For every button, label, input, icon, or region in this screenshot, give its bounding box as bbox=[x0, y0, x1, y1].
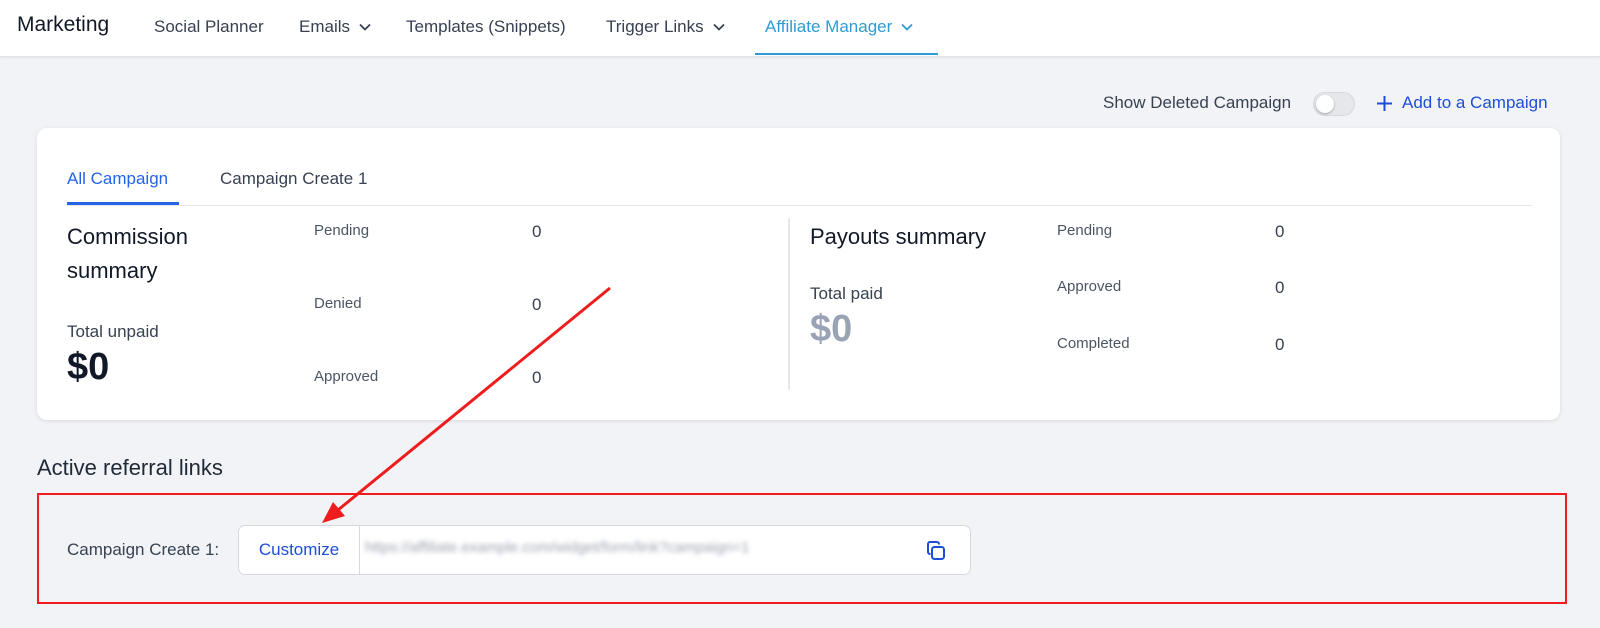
payouts-completed-value: 0 bbox=[1275, 335, 1285, 354]
chevron-down-icon bbox=[713, 23, 725, 31]
tab-all-campaign[interactable]: All Campaign bbox=[67, 169, 168, 189]
payouts-summary-title: Payouts summary bbox=[810, 224, 987, 249]
total-paid-label: Total paid bbox=[810, 284, 883, 303]
nav-social-planner[interactable]: Social Planner bbox=[154, 17, 264, 37]
nav-templates-snippets[interactable]: Templates (Snippets) bbox=[406, 17, 566, 37]
nav-label: Social Planner bbox=[154, 17, 264, 36]
payouts-approved-value: 0 bbox=[1275, 278, 1285, 297]
brand-title: Marketing bbox=[17, 13, 110, 36]
summary-divider bbox=[788, 218, 790, 390]
add-to-campaign-button[interactable]: Add to a Campaign bbox=[1376, 93, 1548, 113]
referral-link-group: Customize https://affiliate.example.com/… bbox=[238, 525, 971, 575]
chevron-down-icon bbox=[901, 23, 913, 31]
commission-pending-value: 0 bbox=[532, 222, 542, 241]
nav-label: Trigger Links bbox=[606, 17, 704, 36]
toggle-knob bbox=[1316, 95, 1334, 113]
payouts-completed-label: Completed bbox=[1057, 335, 1130, 352]
customize-button[interactable]: Customize bbox=[239, 526, 360, 574]
plus-icon bbox=[1377, 95, 1392, 111]
nav-trigger-links[interactable]: Trigger Links bbox=[606, 17, 726, 37]
copy-icon[interactable] bbox=[924, 539, 948, 563]
nav-label: Affiliate Manager bbox=[765, 17, 893, 36]
commission-denied-label: Denied bbox=[314, 295, 362, 312]
commission-approved-label: Approved bbox=[314, 368, 379, 385]
referral-campaign-label: Campaign Create 1: bbox=[67, 540, 220, 559]
add-to-campaign-label: Add to a Campaign bbox=[1402, 93, 1548, 112]
commission-title-line2: summary bbox=[67, 258, 158, 283]
active-nav-indicator bbox=[755, 53, 938, 55]
chevron-down-icon bbox=[359, 23, 371, 31]
payouts-pending-label: Pending bbox=[1057, 222, 1113, 239]
nav-label: Templates (Snippets) bbox=[406, 17, 566, 36]
nav-affiliate-manager[interactable]: Affiliate Manager bbox=[765, 17, 914, 37]
active-referral-links-heading: Active referral links bbox=[37, 455, 223, 480]
show-deleted-toggle[interactable] bbox=[1313, 92, 1355, 116]
nav-label: Emails bbox=[299, 17, 351, 36]
total-paid-value: $0 bbox=[810, 308, 853, 350]
payouts-approved-label: Approved bbox=[1057, 278, 1122, 295]
nav-emails[interactable]: Emails bbox=[299, 17, 372, 37]
referral-link-url: https://affiliate.example.com/widget/for… bbox=[365, 539, 750, 556]
summary-card: All Campaign Campaign Create 1 Commissio… bbox=[37, 128, 1560, 420]
commission-pending-label: Pending bbox=[314, 222, 370, 239]
total-unpaid-label: Total unpaid bbox=[67, 322, 159, 341]
total-unpaid-value: $0 bbox=[67, 346, 110, 388]
tab-campaign-create-1[interactable]: Campaign Create 1 bbox=[220, 169, 367, 189]
commission-summary-title: Commission summary bbox=[67, 220, 188, 288]
show-deleted-label: Show Deleted Campaign bbox=[1103, 93, 1292, 112]
commission-denied-value: 0 bbox=[532, 295, 542, 314]
top-navigation: Marketing Social Planner Emails Template… bbox=[0, 0, 1600, 57]
tab-divider bbox=[67, 205, 1532, 206]
commission-title-line1: Commission bbox=[67, 224, 189, 249]
payouts-pending-value: 0 bbox=[1275, 222, 1285, 241]
commission-approved-value: 0 bbox=[532, 368, 542, 387]
